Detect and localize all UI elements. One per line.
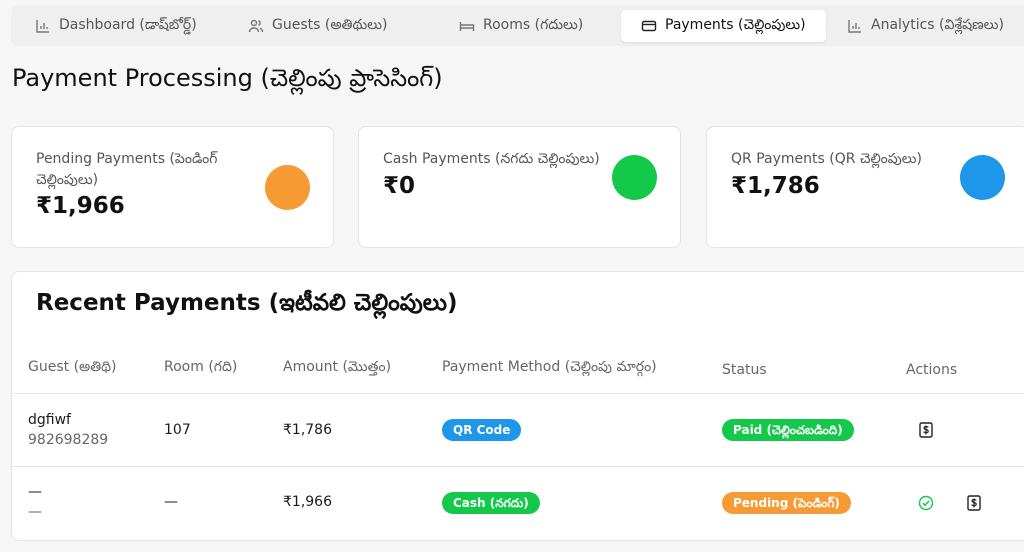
mark-paid-button[interactable] <box>917 494 935 512</box>
method-badge: Cash (నగదు) <box>442 492 540 514</box>
tab-label: Guests (అతిథులు) <box>272 16 388 33</box>
column-header-amount: Amount (మొత్తం) <box>283 359 392 375</box>
column-header-status: Status <box>722 362 767 378</box>
room-number: 107 <box>164 422 191 438</box>
card-label: QR Payments (QR చెల్లింపులు) <box>731 151 922 167</box>
receipt-button[interactable] <box>917 421 935 439</box>
card-value: ₹0 <box>383 173 416 199</box>
card-label: Pending Payments (పెండింగ్ చెల్లింపులు) <box>36 151 218 188</box>
card-value: ₹1,786 <box>731 173 820 199</box>
card-label: Cash Payments (నగదు చెల్లింపులు) <box>383 151 600 167</box>
tab-payments[interactable]: Payments (చెల్లింపులు) <box>621 10 826 42</box>
bar-chart-icon <box>35 18 51 34</box>
method-badge: QR Code <box>442 419 522 441</box>
pending-payments-card: Pending Payments (పెండింగ్ చెల్లింపులు) … <box>11 126 334 248</box>
tab-analytics[interactable]: Analytics (విశ్లేషణలు) <box>847 10 1004 42</box>
tab-label: Payments (చెల్లింపులు) <box>665 16 806 33</box>
amount: ₹1,966 <box>283 494 332 510</box>
nav-tabs: Dashboard (డాష్‌బోర్డ్) Guests (అతిథులు)… <box>11 6 1024 46</box>
tab-guests[interactable]: Guests (అతిథులు) <box>248 10 387 42</box>
divider <box>12 393 1024 394</box>
tab-rooms[interactable]: Rooms (గదులు) <box>459 10 583 42</box>
guest-phone: — <box>28 504 42 520</box>
check-circle-icon <box>918 495 934 511</box>
guest-name: — <box>28 484 42 500</box>
status-badge: Pending (పెండింగ్) <box>722 492 851 514</box>
card-value: ₹1,966 <box>36 193 125 219</box>
receipt-button[interactable] <box>965 494 983 512</box>
status-badge: Paid (చెల్లించబడింది) <box>722 419 854 441</box>
column-header-actions: Actions <box>906 362 958 378</box>
credit-card-icon <box>641 18 657 34</box>
room-number: — <box>164 494 178 510</box>
tab-dashboard[interactable]: Dashboard (డాష్‌బోర్డ్) <box>35 10 197 42</box>
tab-label: Analytics (విశ్లేషణలు) <box>871 16 1004 33</box>
dollar-receipt-icon <box>919 422 933 438</box>
tab-label: Dashboard (డాష్‌బోర్డ్) <box>59 16 197 33</box>
column-header-method: Payment Method (చెల్లింపు మార్గం) <box>442 359 657 375</box>
section-title: Recent Payments (ఇటీవలి చెల్లింపులు) <box>36 290 458 316</box>
bed-icon <box>459 18 475 34</box>
page-title: Payment Processing (చెల్లింపు ప్రాసెసింగ… <box>12 64 443 92</box>
tab-label: Rooms (గదులు) <box>483 16 584 33</box>
cash-payments-card: Cash Payments (నగదు చెల్లింపులు) ₹0 <box>358 126 681 248</box>
guest-phone: 982698289 <box>28 432 109 448</box>
column-header-room: Room (గది) <box>164 359 238 375</box>
divider <box>12 466 1024 467</box>
cash-status-dot <box>612 155 657 200</box>
guest-name: dgfiwf <box>28 412 71 428</box>
column-header-guest: Guest (అతిథి) <box>28 359 117 375</box>
qr-status-dot <box>960 155 1005 200</box>
dollar-receipt-icon <box>967 495 981 511</box>
users-icon <box>248 18 264 34</box>
pending-status-dot <box>265 165 310 210</box>
qr-payments-card: QR Payments (QR చెల్లింపులు) ₹1,786 <box>706 126 1024 248</box>
bar-chart-icon <box>847 18 863 34</box>
amount: ₹1,786 <box>283 422 332 438</box>
recent-payments-panel: Recent Payments (ఇటీవలి చెల్లింపులు) Gue… <box>11 271 1024 541</box>
